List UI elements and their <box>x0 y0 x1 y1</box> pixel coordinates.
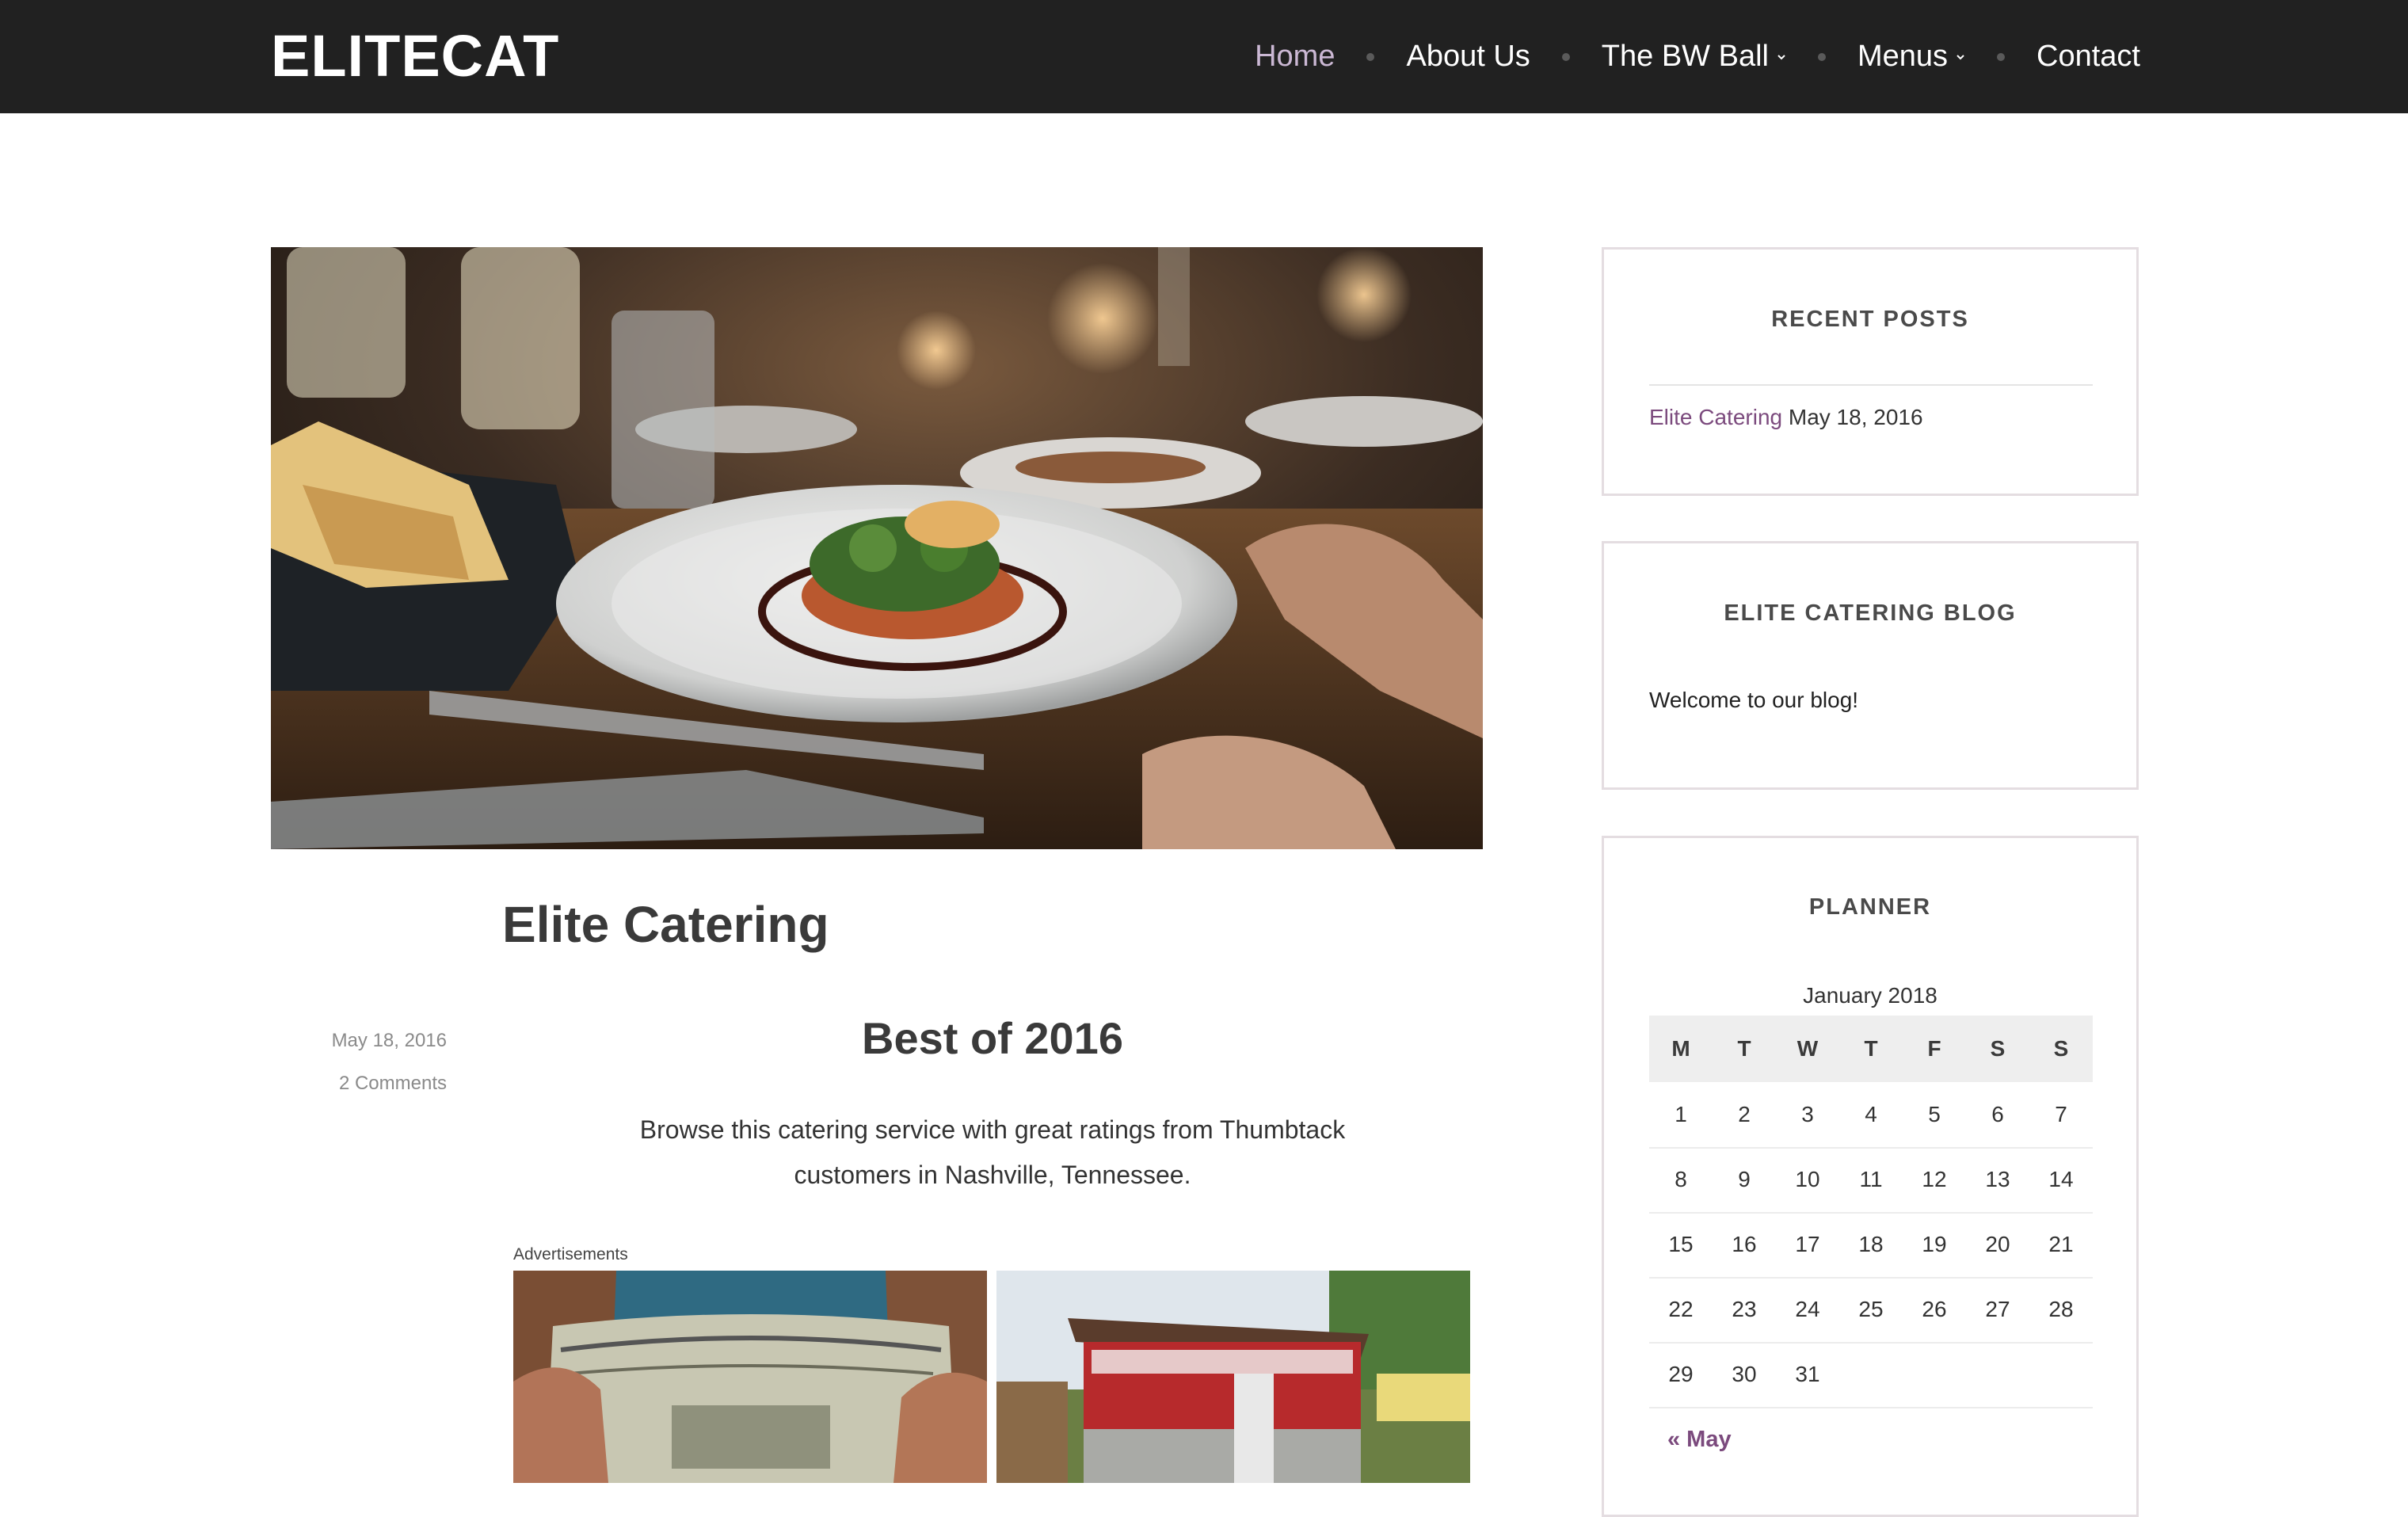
shed-photo <box>996 1271 1470 1483</box>
calendar-week-row: 15 16 17 18 19 20 21 <box>1649 1212 2093 1279</box>
nav-separator <box>1997 52 2006 61</box>
weekday-label: T <box>1737 1036 1751 1061</box>
calendar-day: 12 <box>1922 1167 1947 1191</box>
nav-separator <box>1817 52 1826 61</box>
calendar-week-row: 1 2 3 4 5 6 7 <box>1649 1082 2093 1149</box>
blog-widget-title: ELITE CATERING BLOG <box>1724 600 2017 626</box>
chevron-down-icon <box>1777 54 1785 59</box>
calendar-day: 17 <box>1795 1232 1820 1256</box>
calendar-day: 7 <box>2055 1102 2067 1126</box>
calendar-day: 28 <box>2048 1297 2074 1321</box>
ads-label: Advertisements <box>513 1245 628 1264</box>
calendar-day: 25 <box>1858 1297 1884 1321</box>
calendar-day: 5 <box>1928 1102 1941 1126</box>
nav-about-us[interactable]: About Us <box>1406 40 1530 74</box>
weekday-label: M <box>1671 1036 1690 1061</box>
nav-home-label: Home <box>1255 40 1335 73</box>
calendar-day: 3 <box>1801 1102 1814 1126</box>
ad-shed-image[interactable] <box>996 1271 1470 1483</box>
recent-posts-widget: RECENT POSTS Elite Catering May 18, 2016 <box>1602 247 2139 496</box>
nav-menus[interactable]: Menus <box>1857 40 1965 74</box>
calendar-day: 14 <box>2048 1167 2074 1191</box>
calendar-day: 22 <box>1668 1297 1694 1321</box>
calendar-week-row: 8 9 10 11 12 13 14 <box>1649 1147 2093 1214</box>
recent-posts-title: RECENT POSTS <box>1771 307 1969 332</box>
calendar-day: 20 <box>1985 1232 2010 1256</box>
entry-heading: Best of 2016 <box>862 1013 1123 1063</box>
calendar-day: 9 <box>1738 1167 1751 1191</box>
calendar-day: 26 <box>1922 1297 1947 1321</box>
post-date[interactable]: May 18, 2016 <box>332 1030 447 1052</box>
weekday-label: T <box>1864 1036 1878 1061</box>
calendar-day: 29 <box>1668 1362 1694 1386</box>
dinner-table-photo <box>271 247 1483 849</box>
calendar-day: 18 <box>1858 1232 1884 1256</box>
calendar-day: 27 <box>1985 1297 2010 1321</box>
nav-separator <box>1366 52 1375 61</box>
entry-body: Browse this catering service with great … <box>639 1115 1346 1189</box>
blog-widget: ELITE CATERING BLOG Welcome to our blog! <box>1602 541 2139 790</box>
calendar-day: 4 <box>1865 1102 1877 1126</box>
calendar-day: 6 <box>1991 1102 2004 1126</box>
recent-post-link[interactable]: Elite Catering <box>1649 405 1782 429</box>
calendar-day: 2 <box>1738 1102 1751 1126</box>
calendar-day: 30 <box>1732 1362 1757 1386</box>
weekday-label: S <box>1990 1036 2006 1061</box>
calendar-day: 23 <box>1732 1297 1757 1321</box>
divider <box>1649 384 2093 386</box>
chevron-down-icon <box>1956 54 1964 59</box>
nav-bw-ball-label: The BW Ball <box>1601 40 1769 73</box>
calendar-day: 11 <box>1859 1167 1883 1191</box>
nav-separator <box>1561 52 1570 61</box>
recent-post-date: May 18, 2016 <box>1788 405 1923 429</box>
calendar-day: 16 <box>1732 1232 1757 1256</box>
post-featured-image[interactable] <box>271 247 1483 849</box>
calendar-prev-month-link[interactable]: « May <box>1667 1427 1732 1453</box>
nav-contact[interactable]: Contact <box>2037 40 2140 74</box>
calendar-day: 1 <box>1675 1102 1687 1126</box>
nav-contact-label: Contact <box>2037 40 2140 73</box>
blog-widget-text: Welcome to our blog! <box>1649 688 1859 712</box>
calendar-week-row: 22 23 24 25 26 27 28 <box>1649 1277 2093 1344</box>
weekday-label: F <box>1927 1036 1941 1061</box>
calendar-day: 15 <box>1668 1232 1694 1256</box>
calendar-day: 13 <box>1985 1167 2010 1191</box>
main-nav: Home About Us The BW Ball Menus Contact <box>1255 0 2140 113</box>
planner-widget: PLANNER January 2018 M T W T F S S 1 2 3… <box>1602 836 2139 1517</box>
cash-photo <box>513 1271 987 1483</box>
nav-about-label: About Us <box>1406 40 1530 73</box>
calendar-day: 21 <box>2048 1232 2074 1256</box>
planner-title: PLANNER <box>1808 894 1932 920</box>
calendar-caption: January 2018 <box>1803 983 1937 1008</box>
ad-money-image[interactable] <box>513 1271 987 1483</box>
calendar-day: 24 <box>1795 1297 1820 1321</box>
weekday-label: S <box>2053 1036 2069 1061</box>
nav-home[interactable]: Home <box>1255 40 1335 74</box>
calendar-day: 10 <box>1795 1167 1820 1191</box>
calendar-day: 31 <box>1795 1362 1820 1386</box>
calendar-weekday-header: M T W T F S S <box>1649 1016 2093 1082</box>
recent-post-entry: Elite Catering May 18, 2016 <box>1649 405 1923 430</box>
calendar-day: 8 <box>1675 1167 1687 1191</box>
site-logo[interactable]: ELITECAT <box>271 21 559 92</box>
post-title[interactable]: Elite Catering <box>502 895 829 954</box>
nav-menus-label: Menus <box>1857 40 1949 73</box>
calendar-day: 19 <box>1922 1232 1947 1256</box>
site-header: ELITECAT Home About Us The BW Ball Menus… <box>0 0 2408 113</box>
nav-bw-ball[interactable]: The BW Ball <box>1602 40 1786 74</box>
calendar-week-row: 29 30 31 <box>1649 1342 2093 1408</box>
post-comments-link[interactable]: 2 Comments <box>339 1073 447 1095</box>
weekday-label: W <box>1796 1036 1819 1061</box>
